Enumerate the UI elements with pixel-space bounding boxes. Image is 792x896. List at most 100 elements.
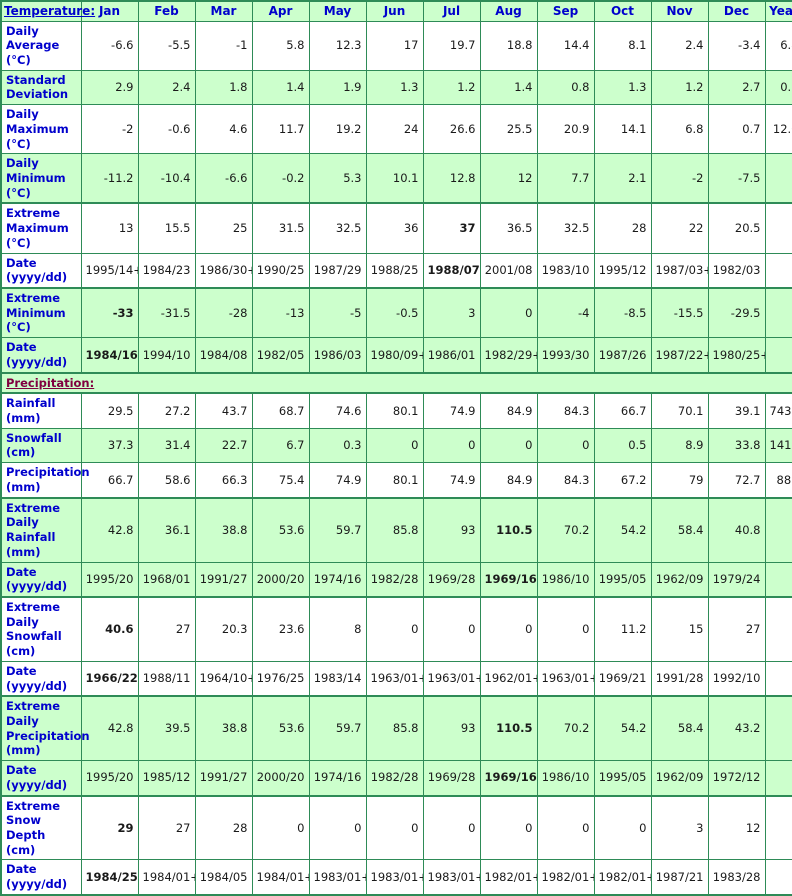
row-label: Extreme Snow Depth (cm) [0,794,82,861]
cell-nov: 6.8 [650,104,709,155]
row-label: Precipitation (mm) [0,462,90,499]
cell-sep: 0.8 [536,69,595,106]
cell-apr: 11.7 [251,104,310,155]
cell-mar: 1984/08 [194,337,253,374]
cell-year [764,859,792,896]
cell-dec: 40.8 [707,496,766,563]
table-header-row: Temperature: Jan Feb Mar Apr May Jun Jul Aug Sep O… [0,0,792,22]
cell-oct: 67.2 [593,462,652,499]
cell-oct: 1987/26 [593,337,652,374]
cell-may: 5.3 [308,153,367,204]
table-row: Date (yyyy/dd) 1995/20 1985/12 1991/27 2000/… [0,760,792,797]
cell-mar: 1986/30+ [194,252,253,289]
cell-mar: -28 [194,287,253,339]
cell-sep: 1993/30 [536,337,595,374]
cell-nov: 1987/21 [650,859,709,896]
cell-feb: 27.2 [137,392,196,429]
cell-jul: 1969/28 [422,561,481,598]
cell-jun: 36 [365,202,424,254]
cell-aug: 25.5 [479,104,538,155]
cell-jul: 1969/28 [422,760,481,797]
cell-feb: 27 [137,595,196,662]
cell-may: 1974/16 [308,760,367,797]
cell-mar: 25 [194,202,253,254]
cell-sep: 1986/10 [536,561,595,598]
cell-may: 1987/29 [308,252,367,289]
cell-apr: 75.4 [251,462,310,499]
cell-feb: 36.1 [137,496,196,563]
cell-nov: 58.4 [650,496,709,563]
cell-aug: 1982/29+ [479,337,538,374]
cell-nov: 1962/09 [650,760,709,797]
row-label: Date (yyyy/dd) [0,252,82,289]
cell-aug: 0 [479,595,538,662]
cell-mar: 28 [194,794,253,861]
cell-year: 0.7 [764,69,792,106]
cell-year [764,337,792,374]
cell-aug: 0 [479,794,538,861]
cell-year [764,202,792,254]
cell-aug: 1982/01+ [479,859,538,896]
cell-jun: 80.1 [365,462,424,499]
cell-may: 74.9 [308,462,367,499]
cell-jan: 2.9 [80,69,139,106]
cell-oct: 8.1 [593,20,652,71]
row-label: Extreme Daily Snowfall (cm) [0,595,82,662]
cell-may: 59.7 [308,695,367,762]
cell-sep: 20.9 [536,104,595,155]
column-header-dec: Dec [707,0,766,22]
row-label: Extreme Maximum (°C) [0,202,82,254]
column-header-aug: Aug [479,0,538,22]
cell-jul: 0 [422,794,481,861]
cell-may: 1.9 [308,69,367,106]
cell-dec: 1979/24 [707,561,766,598]
cell-sep: 0 [536,595,595,662]
climate-data-table: Temperature: Jan Feb Mar Apr May Jun Jul Aug Sep O… [0,0,792,896]
cell-jun: 1980/09+ [365,337,424,374]
cell-mar: 38.8 [194,695,253,762]
cell-oct: 0.5 [593,427,652,464]
cell-mar: -6.6 [194,153,253,204]
table-row: Standard Deviation 2.9 2.4 1.8 1.4 1.9 1.3 1.2 1… [0,69,792,106]
cell-apr: 5.8 [251,20,310,71]
cell-oct: 28 [593,202,652,254]
cell-dec: 1983/28 [707,859,766,896]
cell-aug: 84.9 [479,392,538,429]
row-label: Date (yyyy/dd) [0,760,82,797]
cell-year [764,794,792,861]
column-header-oct: Oct [593,0,652,22]
cell-apr: 1984/01+ [251,859,310,896]
cell-nov: 8.9 [650,427,709,464]
cell-aug: 0 [479,287,538,339]
cell-oct: 1995/12 [593,252,652,289]
cell-year: 743.8 [764,392,792,429]
cell-jul: 37 [422,202,481,254]
cell-mar: 66.3 [194,462,253,499]
table-row: Snowfall (cm) 37.3 31.4 22.7 6.7 0.3 0 0 0 0 0.5 8.… [0,427,792,464]
cell-apr: 2000/20 [251,760,310,797]
cell-feb: -31.5 [137,287,196,339]
table-row: Date (yyyy/dd)1984/25+1984/01+1984/05198… [0,859,792,896]
cell-nov: -2 [650,153,709,204]
cell-apr: 31.5 [251,202,310,254]
cell-sep: -4 [536,287,595,339]
cell-jul: 0 [422,427,481,464]
cell-jul: 1986/01 [422,337,481,374]
cell-sep: 32.5 [536,202,595,254]
cell-jul: 19.7 [422,20,481,71]
cell-apr: 6.7 [251,427,310,464]
cell-nov: 1987/22+ [650,337,709,374]
cell-jul: 74.9 [422,392,481,429]
table-row: Extreme Snow Depth (cm) 29 27 28 0 0 0 0 0 0 0 3 12 [0,794,792,861]
table-body: Temperature: Jan Feb Mar Apr May Jun Jul Aug Sep O… [0,0,792,896]
cell-apr: 1.4 [251,69,310,106]
cell-jan: -6.6 [80,20,139,71]
cell-jan: 40.6 [80,595,139,662]
table-row: Daily Average (°C) -6.6 -5.5 -1 5.8 12.3 17 19.… [0,20,792,71]
cell-jan: 13 [80,202,139,254]
cell-feb: -5.5 [137,20,196,71]
cell-apr: 1982/05 [251,337,310,374]
cell-nov: 79 [650,462,709,499]
cell-apr: 68.7 [251,392,310,429]
cell-feb: -0.6 [137,104,196,155]
